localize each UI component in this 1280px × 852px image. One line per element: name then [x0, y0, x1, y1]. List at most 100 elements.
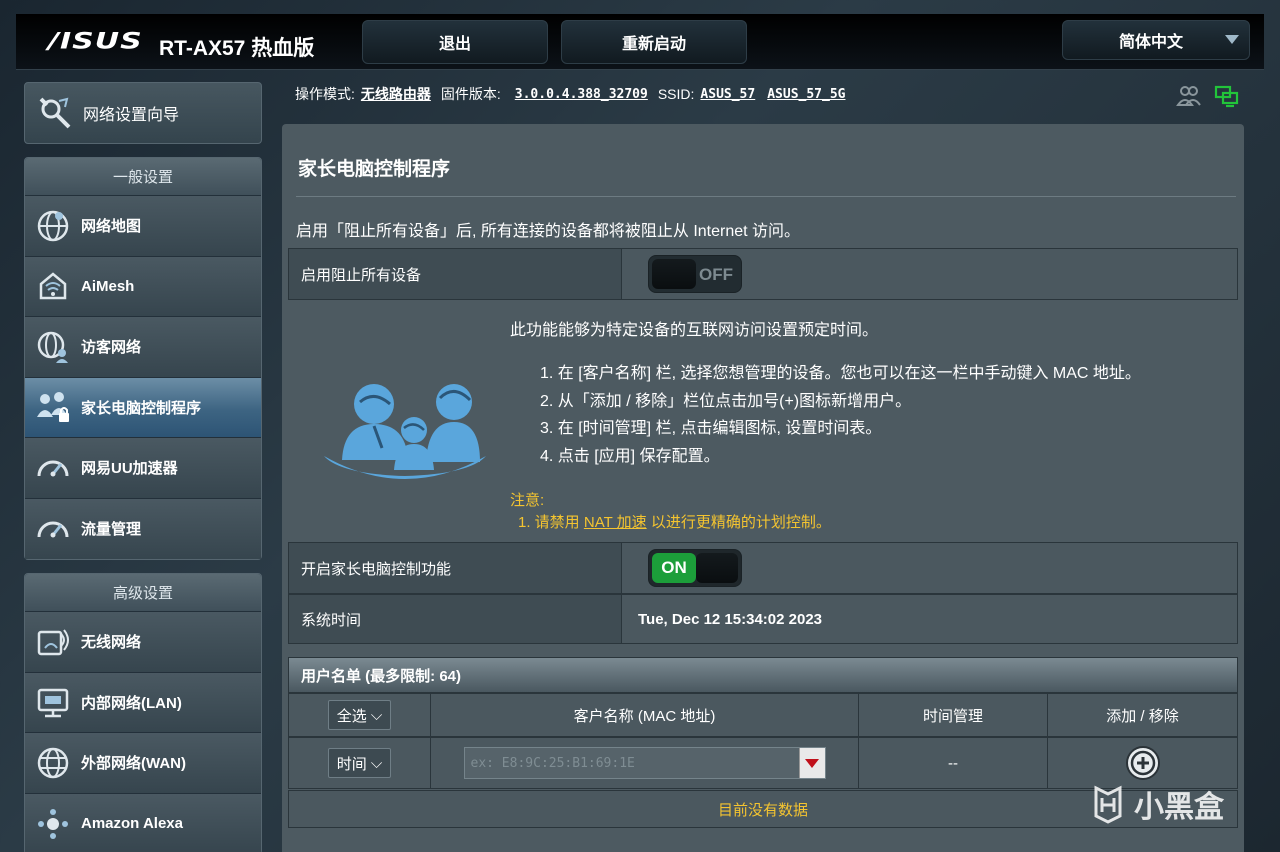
- lan-icon: [37, 689, 69, 718]
- family-illustration-icon: [324, 384, 486, 479]
- toggle-state: ON: [652, 553, 696, 583]
- block-all-toggle[interactable]: OFF: [648, 255, 742, 293]
- client-list-header: 用户名单 (最多限制: 64): [288, 657, 1238, 693]
- sidebar-item-uu-accelerator[interactable]: 网易UU加速器: [25, 438, 261, 499]
- wireless-icon: [37, 629, 69, 655]
- sidebar-item-label: AiMesh: [81, 277, 135, 295]
- aimesh-icon: [39, 272, 67, 300]
- client-mac-cell: ex: E8:9C:25:B1:69:1E: [431, 738, 859, 788]
- client-table-column-headers: 全选 ⌵ 客户名称 (MAC 地址) 时间管理 添加 / 移除: [288, 693, 1238, 737]
- status-info-bar: 操作模式: 无线路由器 固件版本: 3.0.0.4.388_32709 SSID…: [295, 84, 846, 104]
- sidebar-item-label: 外部网络(WAN): [81, 755, 186, 773]
- top-bar: /ISUS RT-AX57 热血版 退出 重新启动 简体中文: [16, 14, 1264, 70]
- instruction-steps: 1. 在 [客户名称] 栏, 选择您想管理的设备。您也可以在这一栏中手动键入 M…: [540, 360, 1141, 470]
- sidebar-item-aimesh[interactable]: AiMesh: [25, 256, 261, 317]
- feature-intro: 此功能能够为特定设备的互联网访问设置预定时间。: [510, 322, 879, 339]
- chevron-down-icon: ⌵: [370, 754, 383, 772]
- enable-parental-row: 开启家长电脑控制功能 ON: [288, 542, 1238, 594]
- add-client-button[interactable]: [1125, 745, 1161, 781]
- toggle-knob: [652, 259, 696, 289]
- client-dropdown-button[interactable]: [798, 748, 825, 778]
- speedometer-icon: [37, 460, 69, 477]
- note-prefix: 1. 请禁用: [518, 514, 584, 531]
- watermark: 小黑盒: [1088, 782, 1224, 826]
- watermark-text: 小黑盒: [1134, 791, 1224, 824]
- note-line: 1. 请禁用 NAT 加速 以进行更精确的计划控制。: [510, 512, 831, 534]
- asus-logo[interactable]: /ISUS: [48, 28, 143, 54]
- mode-label: 操作模式:: [295, 86, 355, 102]
- language-select[interactable]: 简体中文: [1062, 20, 1250, 60]
- sidebar-item-setup-wizard[interactable]: 网络设置向导: [24, 82, 262, 144]
- sidebar-item-label: 家长电脑控制程序: [81, 399, 202, 417]
- sidebar-item-parental-control[interactable]: 家长电脑控制程序: [25, 377, 261, 438]
- mac-placeholder: ex: E8:9C:25:B1:69:1E: [470, 755, 635, 771]
- triangle-down-icon: [805, 758, 819, 768]
- nat-acceleration-link[interactable]: NAT 加速: [584, 514, 647, 531]
- system-time-value: Tue, Dec 12 15:34:02 2023: [622, 595, 1237, 643]
- sidebar-item-wireless[interactable]: 无线网络: [25, 612, 261, 673]
- select-all-dropdown[interactable]: 全选 ⌵: [328, 700, 391, 730]
- note-title: 注意:: [510, 492, 545, 509]
- reboot-button[interactable]: 重新启动: [561, 20, 747, 64]
- parental-control-icon: [37, 392, 69, 423]
- column-header-time: 时间管理: [859, 694, 1048, 736]
- mode-value[interactable]: 无线路由器: [361, 84, 431, 104]
- ssid-label: SSID:: [657, 86, 695, 102]
- note-suffix: 以进行更精确的计划控制。: [646, 514, 831, 531]
- network-status-icon[interactable]: [1214, 84, 1240, 108]
- system-time-label: 系统时间: [289, 595, 622, 643]
- status-icons: [1176, 84, 1240, 108]
- sidebar-item-label: 网络设置向导: [83, 107, 180, 124]
- mac-address-input[interactable]: ex: E8:9C:25:B1:69:1E: [463, 747, 826, 779]
- instruction-step: 3. 在 [时间管理] 栏, 点击编辑图标, 设置时间表。: [540, 420, 882, 437]
- page-title: 家长电脑控制程序: [298, 159, 451, 180]
- toggle-knob: [696, 553, 738, 583]
- column-header-client: 客户名称 (MAC 地址): [431, 694, 859, 736]
- time-management-value: --: [859, 738, 1048, 788]
- heybox-logo-icon: [1094, 785, 1122, 824]
- sidebar-item-label: 访客网络: [81, 339, 142, 357]
- clients-icon[interactable]: [1176, 84, 1202, 108]
- speedometer-icon: [37, 521, 69, 538]
- column-header-add-remove: 添加 / 移除: [1106, 707, 1179, 725]
- block-all-label: 启用阻止所有设备: [289, 249, 622, 299]
- enable-parental-label: 开启家长电脑控制功能: [289, 543, 622, 593]
- sidebar-item-label: 网络地图: [81, 218, 142, 236]
- time-mode-value: 时间: [336, 755, 367, 773]
- sidebar-item-label: 网易UU加速器: [81, 460, 178, 478]
- block-all-value: OFF: [622, 249, 1237, 299]
- firmware-link[interactable]: 3.0.0.4.388_32709: [515, 87, 648, 102]
- sidebar-item-wan[interactable]: 外部网络(WAN): [25, 733, 261, 794]
- model-name: RT-AX57 热血版: [159, 37, 315, 60]
- parental-control-panel: 家长电脑控制程序 启用「阻止所有设备」后, 所有连接的设备都将被阻止从 Inte…: [282, 124, 1244, 852]
- firmware-label: 固件版本:: [440, 86, 501, 102]
- title-divider: [296, 196, 1236, 197]
- system-time-row: 系统时间 Tue, Dec 12 15:34:02 2023: [288, 594, 1238, 644]
- sidebar-item-label: Amazon Alexa: [81, 815, 183, 833]
- logout-button[interactable]: 退出: [362, 20, 548, 64]
- block-all-description: 启用「阻止所有设备」后, 所有连接的设备都将被阻止从 Internet 访问。: [296, 223, 801, 240]
- sidebar-item-alexa[interactable]: Amazon Alexa: [25, 793, 261, 852]
- add-cell: [1048, 738, 1237, 788]
- alexa-icon: [38, 808, 68, 839]
- ssid-link-5g[interactable]: ASUS_57_5G: [767, 87, 845, 102]
- globe-map-icon: [37, 210, 69, 241]
- ssid-link-2g[interactable]: ASUS_57: [700, 87, 755, 102]
- sidebar-item-lan[interactable]: 内部网络(LAN): [25, 672, 261, 733]
- time-mode-dropdown[interactable]: 时间 ⌵: [328, 748, 391, 778]
- enable-parental-value: ON: [622, 543, 1237, 593]
- guest-network-icon: [37, 331, 68, 363]
- sidebar-item-traffic-manager[interactable]: 流量管理: [25, 498, 261, 559]
- advanced-settings-header: 高级设置: [25, 574, 261, 612]
- enable-parental-toggle[interactable]: ON: [648, 549, 742, 587]
- wan-globe-icon: [37, 747, 69, 778]
- select-all-value: 全选: [336, 707, 367, 725]
- sidebar-item-network-map[interactable]: 网络地图: [25, 196, 261, 257]
- block-all-row: 启用阻止所有设备 OFF: [288, 248, 1238, 300]
- general-settings-group: 一般设置 网络地图 AiMesh 访客网络 家长电脑控制程序 网易UU加速器 流…: [24, 157, 262, 560]
- sidebar-item-guest-network[interactable]: 访客网络: [25, 317, 261, 378]
- advanced-settings-group: 高级设置 无线网络 内部网络(LAN) 外部网络(WAN) Amazon Ale…: [24, 573, 262, 852]
- chevron-down-icon: ⌵: [370, 706, 383, 724]
- instruction-step: 2. 从「添加 / 移除」栏位点击加号(+)图标新增用户。: [540, 392, 912, 410]
- sidebar: 网络设置向导 一般设置 网络地图 AiMesh 访客网络 家长电脑控制程序 网易…: [24, 82, 262, 852]
